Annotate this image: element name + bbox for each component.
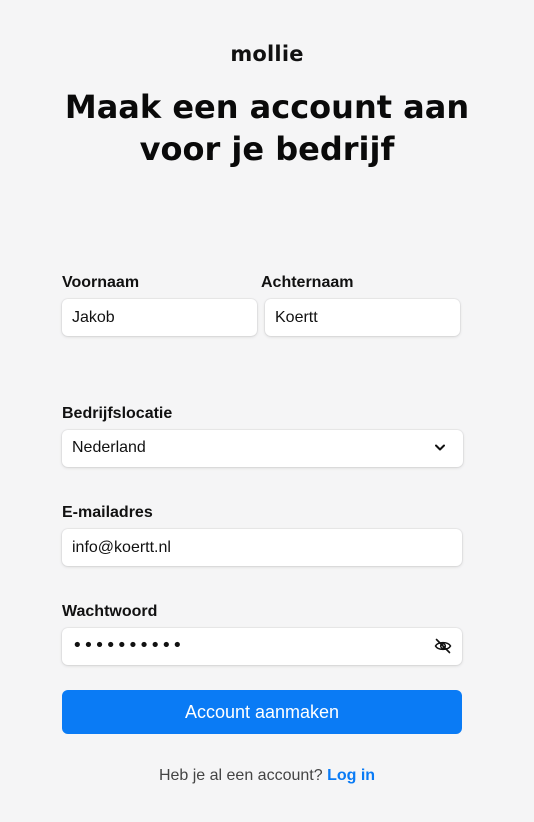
page-title: Maak een account aan voor je bedrijf (0, 86, 534, 170)
business-location-value: Nederland (72, 439, 146, 456)
mollie-logo: mollie (230, 42, 304, 66)
first-name-label: Voornaam (62, 274, 140, 291)
password-label: Wachtwoord (62, 603, 158, 620)
first-name-field[interactable] (62, 299, 257, 336)
password-masked-value: •••••••••• (72, 635, 184, 656)
eye-off-icon[interactable] (434, 638, 452, 654)
email-field[interactable] (62, 529, 462, 566)
page-title-line-2: voor je bedrijf (139, 130, 395, 168)
business-location-select[interactable]: Nederland (62, 430, 463, 467)
email-input[interactable] (62, 529, 462, 566)
chevron-down-icon (435, 444, 445, 451)
last-name-label: Achternaam (261, 274, 354, 291)
page-title-line-1: Maak een account aan (64, 88, 470, 126)
first-name-input[interactable] (62, 299, 257, 336)
email-label: E-mailadres (62, 504, 153, 521)
last-name-input[interactable] (265, 299, 460, 336)
login-prompt: Heb je al een account? Log in (0, 767, 534, 785)
login-prompt-text: Heb je al een account? (158, 767, 323, 784)
login-link[interactable]: Log in (327, 767, 375, 784)
create-account-button[interactable]: Account aanmaken (62, 690, 462, 734)
password-field[interactable]: •••••••••• (62, 628, 462, 665)
last-name-field[interactable] (265, 299, 460, 336)
business-location-label: Bedrijfslocatie (62, 405, 173, 422)
